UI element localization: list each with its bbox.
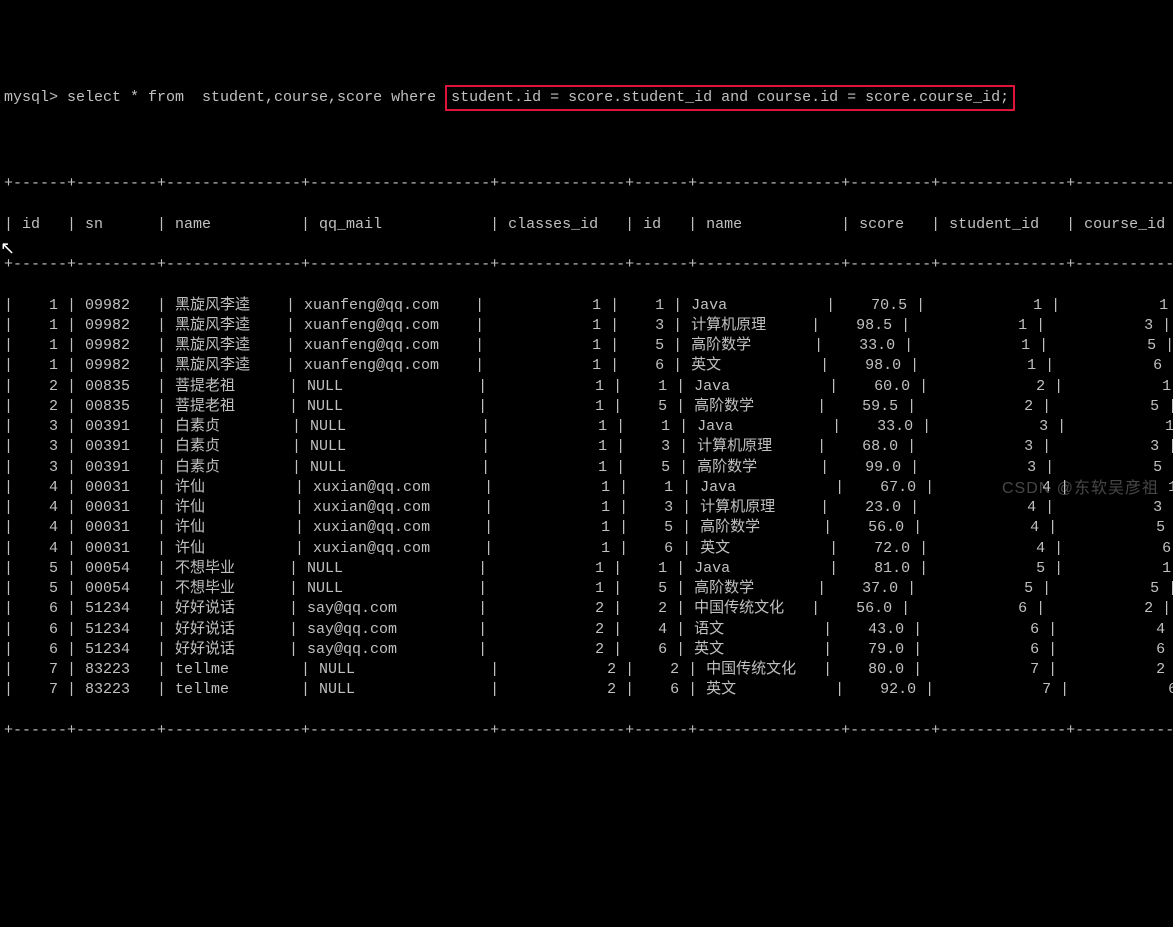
table-row: | 5 | 00054 | 不想毕业 | NULL | 1 | 1 | Java…	[4, 559, 1169, 579]
table-row: | 6 | 51234 | 好好说话 | say@qq.com | 2 | 4 …	[4, 620, 1169, 640]
table-row: | 3 | 00391 | 白素贞 | NULL | 1 | 5 | 高阶数学 …	[4, 458, 1169, 478]
result-table: +------+---------+---------------+------…	[4, 154, 1169, 762]
table-row: | 2 | 00835 | 菩提老祖 | NULL | 1 | 1 | Java…	[4, 377, 1169, 397]
table-row: | 4 | 00031 | 许仙 | xuxian@qq.com | 1 | 5…	[4, 518, 1169, 538]
table-row: | 1 | 09982 | 黑旋风李逵 | xuanfeng@qq.com | …	[4, 296, 1169, 316]
table-separator-top: +------+---------+---------------+------…	[4, 174, 1169, 194]
table-row: | 1 | 09982 | 黑旋风李逵 | xuanfeng@qq.com | …	[4, 336, 1169, 356]
table-header-row: | id | sn | name | qq_mail | classes_id …	[4, 215, 1169, 235]
table-row: | 3 | 00391 | 白素贞 | NULL | 1 | 1 | Java …	[4, 417, 1169, 437]
sql-where-clause-highlight: student.id = score.student_id and course…	[445, 85, 1015, 111]
table-row: | 4 | 00031 | 许仙 | xuxian@qq.com | 1 | 3…	[4, 498, 1169, 518]
table-row: | 6 | 51234 | 好好说话 | say@qq.com | 2 | 2 …	[4, 599, 1169, 619]
mysql-prompt: mysql>	[4, 88, 67, 108]
table-row: | 4 | 00031 | 许仙 | xuxian@qq.com | 1 | 6…	[4, 539, 1169, 559]
table-row: | 2 | 00835 | 菩提老祖 | NULL | 1 | 5 | 高阶数学…	[4, 397, 1169, 417]
table-row: | 7 | 83223 | tellme | NULL | 2 | 2 | 中国…	[4, 660, 1169, 680]
table-separator-bottom: +------+---------+---------------+------…	[4, 721, 1169, 741]
table-row: | 1 | 09982 | 黑旋风李逵 | xuanfeng@qq.com | …	[4, 356, 1169, 376]
table-separator-mid: +------+---------+---------------+------…	[4, 255, 1169, 275]
sql-query-prefix: select * from student,course,score where	[67, 88, 445, 108]
table-row: | 4 | 00031 | 许仙 | xuxian@qq.com | 1 | 1…	[4, 478, 1169, 498]
mouse-cursor-icon: ↖	[0, 238, 15, 262]
table-row: | 1 | 09982 | 黑旋风李逵 | xuanfeng@qq.com | …	[4, 316, 1169, 336]
watermark-text: CSDN @东软吴彦祖	[1002, 478, 1159, 500]
table-row: | 7 | 83223 | tellme | NULL | 2 | 6 | 英文…	[4, 680, 1169, 700]
table-row: | 6 | 51234 | 好好说话 | say@qq.com | 2 | 6 …	[4, 640, 1169, 660]
table-row: | 5 | 00054 | 不想毕业 | NULL | 1 | 5 | 高阶数学…	[4, 579, 1169, 599]
sql-prompt-line[interactable]: mysql> select * from student,course,scor…	[4, 85, 1169, 111]
table-row: | 3 | 00391 | 白素贞 | NULL | 1 | 3 | 计算机原理…	[4, 437, 1169, 457]
